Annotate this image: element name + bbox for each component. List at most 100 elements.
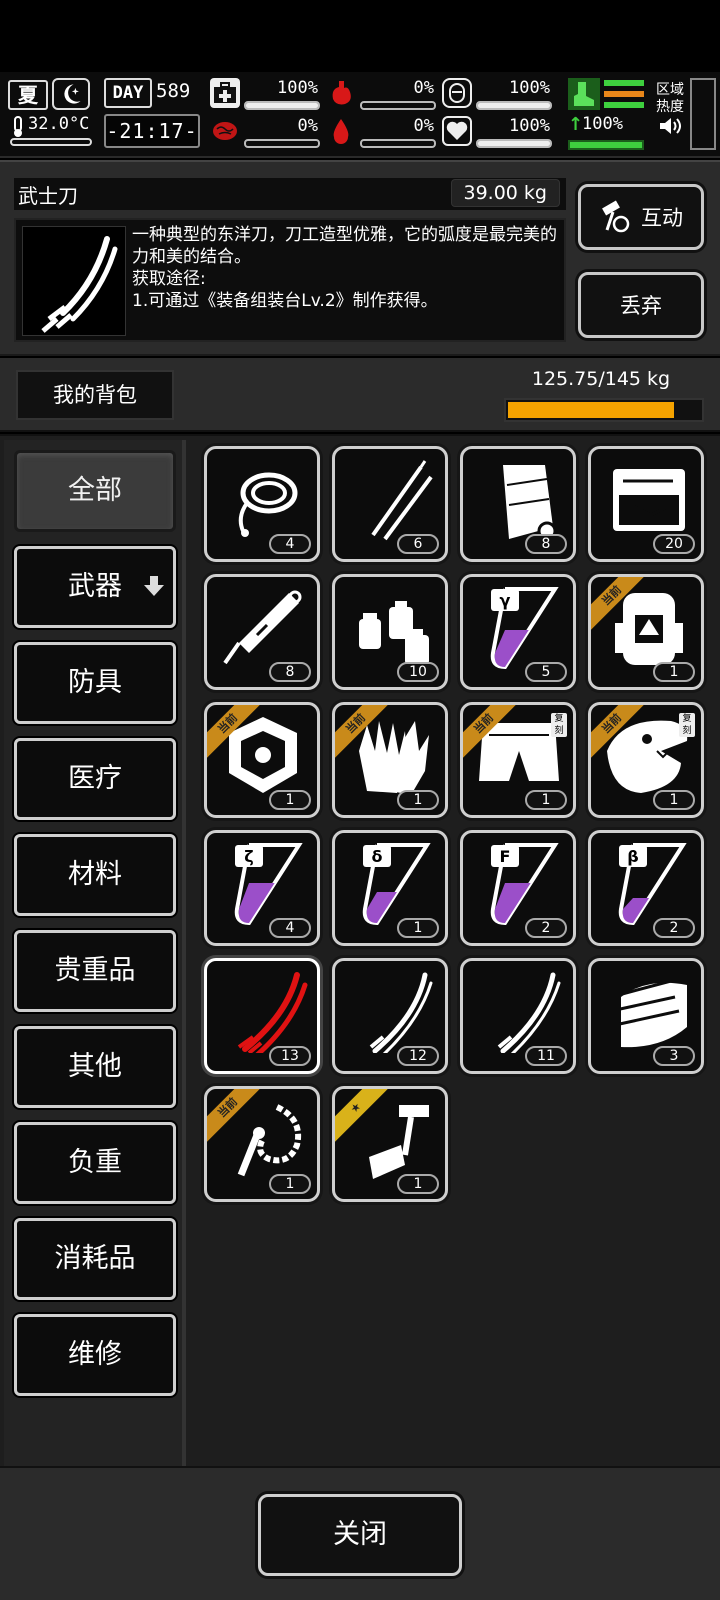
item-count: 1	[269, 1174, 311, 1194]
inventory-slot[interactable]: 10	[332, 574, 448, 690]
boot-icon	[568, 78, 600, 110]
stamina-line-3	[604, 102, 644, 108]
thermometer-icon	[14, 116, 22, 137]
status-bar: 夏 32.0°C DAY 589 -21:17- 100% 0% 0% 0% 1…	[0, 72, 720, 158]
category-other[interactable]: 其他	[14, 1026, 176, 1108]
item-count: 2	[653, 918, 695, 938]
category-weapons[interactable]: 武器	[14, 546, 176, 628]
inventory-slot[interactable]: 当前 1	[204, 1086, 320, 1202]
mood-value: 100%	[509, 116, 550, 136]
game-clock: -21:17-	[104, 114, 200, 148]
inventory-slot[interactable]: 当前 1	[204, 702, 320, 818]
inventory-slot[interactable]: 6	[332, 446, 448, 562]
category-load[interactable]: 负重	[14, 1122, 176, 1204]
area-heat: 区域热度	[652, 82, 688, 148]
inventory-slot[interactable]: 11	[460, 958, 576, 1074]
item-count: 8	[525, 534, 567, 554]
health-bar	[244, 101, 320, 110]
category-label: 全部	[68, 475, 122, 506]
day-counter: DAY 589	[104, 78, 200, 110]
lockpick-icon	[371, 460, 433, 541]
hunger-bar	[360, 101, 436, 110]
inventory-slot[interactable]: ★ 1	[332, 1086, 448, 1202]
mood-bar	[476, 139, 552, 148]
inventory-slot[interactable]: 8	[460, 446, 576, 562]
inventory-slot[interactable]: 8	[204, 574, 320, 690]
item-count: 3	[653, 1046, 695, 1066]
thirst-value: 0%	[413, 116, 434, 136]
water-drop-icon	[326, 116, 356, 146]
interact-button[interactable]: 互动	[578, 184, 704, 250]
category-consumables[interactable]: 消耗品	[14, 1218, 176, 1300]
item-count: 6	[397, 534, 439, 554]
inventory-slot[interactable]: 当前 1	[588, 574, 704, 690]
arrow-down-icon	[144, 576, 164, 596]
katana-icon	[497, 972, 561, 1053]
syringe-icon	[223, 590, 302, 665]
svg-text:β: β	[627, 847, 638, 866]
inventory-slot[interactable]: 4	[204, 446, 320, 562]
season-indicator: 夏	[8, 80, 48, 110]
item-count: 1	[397, 918, 439, 938]
inventory-slot[interactable]: 13	[204, 958, 320, 1074]
item-count: 10	[397, 662, 439, 682]
thirst-bar	[360, 139, 436, 148]
test-tube-icon: δ	[362, 843, 431, 925]
category-materials[interactable]: 材料	[14, 834, 176, 916]
inventory-slot[interactable]: 当前 复刻 1	[460, 702, 576, 818]
inventory-slot[interactable]: 3	[588, 958, 704, 1074]
armor-bar	[476, 101, 552, 110]
close-button[interactable]: 关闭	[258, 1494, 462, 1576]
inventory-slot[interactable]: ζ4	[204, 830, 320, 946]
item-count: 1	[653, 790, 695, 810]
bag-title: 我的背包	[16, 370, 174, 420]
hunger-stat: 0%	[326, 78, 438, 110]
claw-shield-icon	[610, 979, 687, 1048]
test-tube-icon: F	[490, 843, 559, 925]
category-repair[interactable]: 维修	[14, 1314, 176, 1396]
inventory-area: 全部 武器 防具 医疗 材料 贵重品 其他 负重 消耗品 维修 4 6 8 20 8 10…	[0, 434, 720, 1468]
discard-button[interactable]: 丢弃	[578, 272, 704, 338]
moon-icon	[52, 78, 90, 110]
item-name-row: 武士刀 39.00 kg	[14, 178, 566, 210]
test-tube-icon: β	[618, 843, 687, 925]
item-count: 1	[269, 790, 311, 810]
speaker-icon	[660, 118, 681, 134]
item-count: 2	[525, 918, 567, 938]
inventory-slot[interactable]: 当前 复刻 1	[588, 702, 704, 818]
item-name: 武士刀	[18, 184, 78, 208]
stomach-icon	[326, 78, 356, 108]
inventory-slot[interactable]: 当前 1	[332, 702, 448, 818]
inventory-slot[interactable]: 20	[588, 446, 704, 562]
katana-icon	[22, 226, 126, 336]
inventory-slot[interactable]: γ5	[460, 574, 576, 690]
inventory-slot[interactable]: 12	[332, 958, 448, 1074]
brain-icon	[210, 116, 240, 146]
item-count: 1	[397, 1174, 439, 1194]
season-label: 夏	[18, 83, 38, 107]
health-stat: 100%	[210, 78, 322, 110]
category-all[interactable]: 全部	[14, 450, 176, 532]
item-count: 11	[525, 1046, 567, 1066]
category-armor[interactable]: 防具	[14, 642, 176, 724]
category-medical[interactable]: 医疗	[14, 738, 176, 820]
mental-value: 0%	[297, 116, 318, 136]
test-tube-icon: ζ	[234, 843, 303, 925]
replica-badge: 复刻	[679, 713, 695, 737]
inventory-slot[interactable]: F2	[460, 830, 576, 946]
item-description: 一种典型的东洋刀，刀工造型优雅，它的弧度是最完美的力和美的结合。 获取途径: 1…	[132, 225, 557, 311]
category-label: 维修	[68, 1339, 122, 1370]
scroll-icon	[503, 465, 557, 541]
health-value: 100%	[277, 78, 318, 98]
thirst-stat: 0%	[326, 116, 438, 148]
category-valuables[interactable]: 贵重品	[14, 930, 176, 1012]
svg-text:γ: γ	[500, 591, 511, 610]
inventory-slot[interactable]: β2	[588, 830, 704, 946]
item-count: 1	[525, 790, 567, 810]
item-count: 5	[525, 662, 567, 682]
inventory-slot[interactable]: δ1	[332, 830, 448, 946]
category-label: 医疗	[68, 763, 122, 794]
hunger-value: 0%	[413, 78, 434, 98]
toolbox-icon	[613, 469, 685, 531]
day-label: DAY	[104, 78, 152, 108]
